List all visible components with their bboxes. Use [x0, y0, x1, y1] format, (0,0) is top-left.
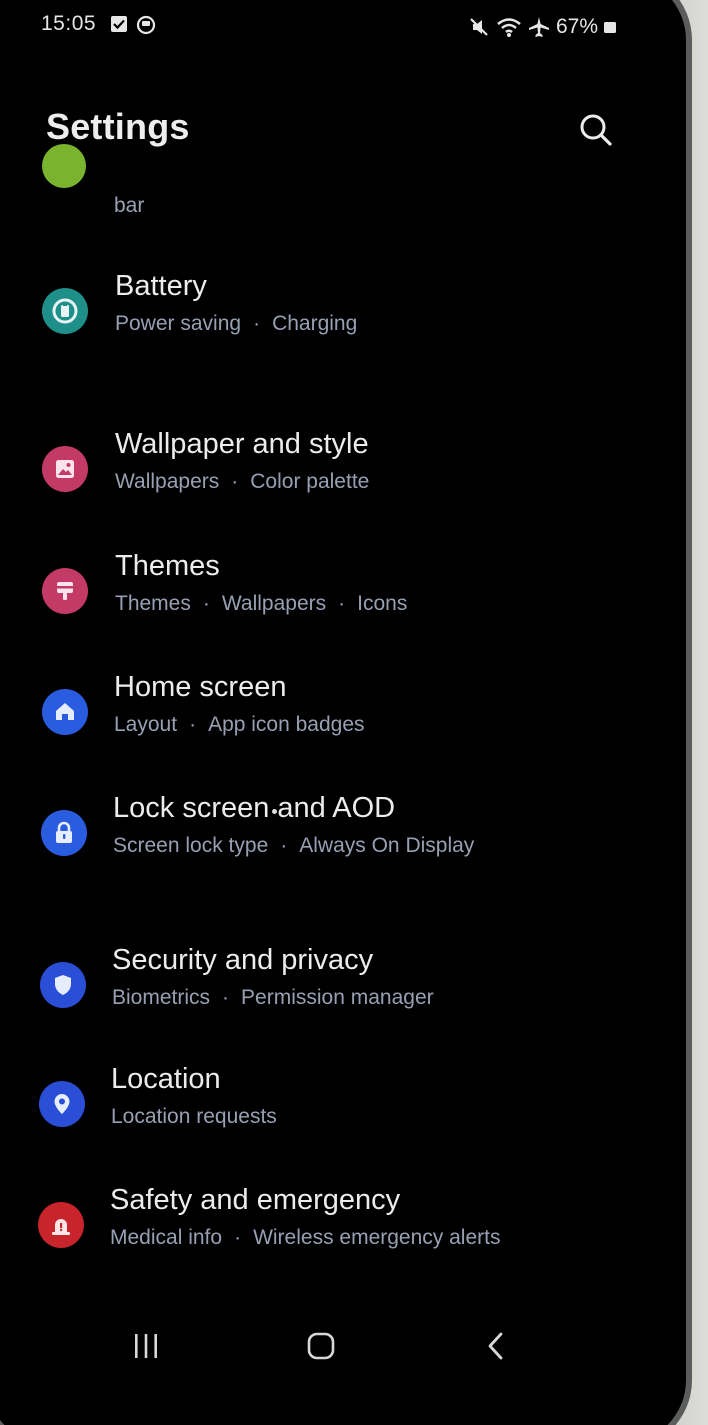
app-header: Settings [6, 96, 678, 166]
setting-item-location[interactable]: Location Location requests [6, 1059, 678, 1149]
setting-item-title: Safety and emergency [110, 1184, 401, 1216]
partially-hidden-setting-item[interactable]: bar [6, 144, 678, 226]
subtitle-part: Color palette [250, 470, 370, 493]
subtitle-part: Layout [114, 713, 178, 736]
setting-item-security-and-privacy[interactable]: Security and privacy Biometrics · Permissi… [6, 940, 678, 1030]
subtitle-part: Medical info [110, 1226, 223, 1249]
recent-apps-button[interactable] [121, 1326, 171, 1366]
partial-item-subtitle: bar [114, 194, 145, 217]
phone-frame: 15:05 67% Settings bar Battery Power sav… [0, 0, 692, 1425]
subtitle-part: App icon badges [208, 713, 365, 736]
subtitle-part: Themes [115, 592, 191, 615]
lock-icon [41, 810, 87, 856]
subtitle-part: Always On Display [299, 834, 475, 857]
navigation-bar [6, 1306, 678, 1386]
setting-item-subtitle: Screen lock type · Always On Display [113, 834, 475, 857]
back-chevron-icon [488, 1332, 503, 1360]
mute-icon [470, 18, 488, 36]
battery-icon [42, 288, 88, 334]
subtitle-part: Icons [357, 592, 408, 615]
setting-item-subtitle: Biometrics · Permission manager [112, 986, 434, 1009]
setting-item-themes[interactable]: Themes Themes · Wallpapers · Icons [6, 546, 678, 636]
sync-circle-icon [136, 15, 156, 35]
setting-item-title: Lock screen and AOD [113, 792, 396, 824]
home-icon [42, 689, 88, 735]
setting-item-home-screen[interactable]: Home screen Layout · App icon badges [6, 667, 678, 757]
setting-item-title: Themes [115, 550, 220, 582]
setting-item-title: Security and privacy [112, 944, 374, 976]
subtitle-part: Wallpapers [115, 470, 220, 493]
task-check-icon [111, 16, 127, 32]
subtitle-part: Charging [272, 312, 358, 335]
wifi-icon [497, 18, 521, 37]
setting-item-title: Location [111, 1063, 221, 1095]
setting-item-title: Home screen [114, 671, 287, 703]
subtitle-part: Biometrics [112, 986, 211, 1009]
setting-item-subtitle: Wallpapers · Color palette [115, 470, 370, 493]
battery-percentage: 67% [555, 15, 598, 38]
home-button[interactable] [296, 1326, 346, 1366]
recent-apps-icon [135, 1334, 157, 1358]
location-pin-icon [39, 1081, 85, 1127]
airplane-mode-icon [528, 17, 549, 37]
setting-item-wallpaper-and-style[interactable]: Wallpaper and style Wallpapers · Color pal… [6, 424, 678, 514]
status-bar: 15:05 67% [6, 6, 678, 56]
setting-item-safety-and-emergency[interactable]: Safety and emergency Medical info · Wirele… [6, 1180, 678, 1270]
home-circle-icon [307, 1332, 335, 1360]
setting-item-subtitle: Medical info · Wireless emergency alerts [110, 1226, 501, 1249]
setting-item-subtitle: Power saving · Charging [115, 312, 358, 335]
subtitle-part: Wallpapers [221, 592, 327, 615]
partial-item-icon [42, 144, 86, 188]
themes-icon [42, 568, 88, 614]
phone-screen: 15:05 67% Settings bar Battery Power sav… [0, 0, 686, 1425]
setting-item-lock-screen-and-aod[interactable]: Lock screen and AOD Screen lock type · Alw… [6, 788, 678, 878]
setting-item-subtitle: Themes · Wallpapers · Icons [115, 592, 408, 615]
status-time: 15:05 [41, 12, 97, 35]
setting-item-battery[interactable]: Battery Power saving · Charging [6, 266, 678, 356]
page-title: Settings [46, 106, 190, 147]
battery-status-icon [604, 22, 616, 33]
setting-item-subtitle: Location requests [111, 1105, 277, 1129]
subtitle-part: Wireless emergency alerts [253, 1226, 501, 1249]
setting-item-title: Battery [115, 270, 207, 302]
subtitle-part: Permission manager [241, 986, 434, 1009]
back-button[interactable] [471, 1326, 521, 1366]
subtitle-part: Screen lock type [113, 834, 269, 857]
search-icon[interactable] [576, 110, 616, 150]
setting-item-title: Wallpaper and style [115, 428, 369, 460]
subtitle-part: Power saving [115, 312, 242, 335]
shield-icon [40, 962, 86, 1008]
emergency-icon [38, 1202, 84, 1248]
wallpaper-icon [42, 446, 88, 492]
subtitle-part: Location requests [111, 1105, 277, 1128]
setting-item-subtitle: Layout · App icon badges [114, 713, 365, 736]
